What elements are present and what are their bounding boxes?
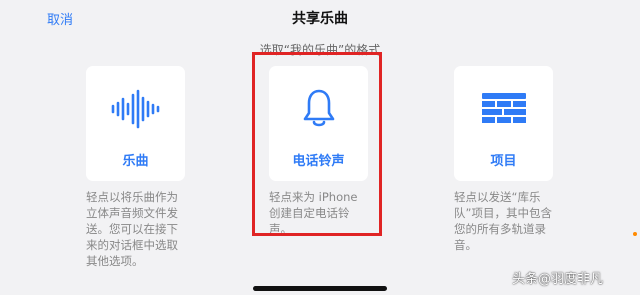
watermark-text: 头条@羽度非凡 [512,272,604,287]
bricks-icon [454,86,553,131]
indicator-dot [633,232,637,236]
option-song-label: 乐曲 [122,154,149,169]
selection-highlight-box [252,52,382,236]
option-project-description: 轻点以发送“库乐队”项目，其中包含您的所有多轨道录音。 [454,190,552,252]
page-title: 共享乐曲 [292,11,348,27]
option-song-description: 轻点以将乐曲作为立体声音频文件发送。您可以在接下来的对话框中选取其他选项。 [86,190,178,268]
option-project-label: 项目 [490,154,517,169]
home-indicator[interactable] [253,286,387,291]
waveform-icon [86,86,185,131]
option-song-card[interactable]: 乐曲 [86,66,185,181]
option-project-card[interactable]: 项目 [454,66,553,181]
